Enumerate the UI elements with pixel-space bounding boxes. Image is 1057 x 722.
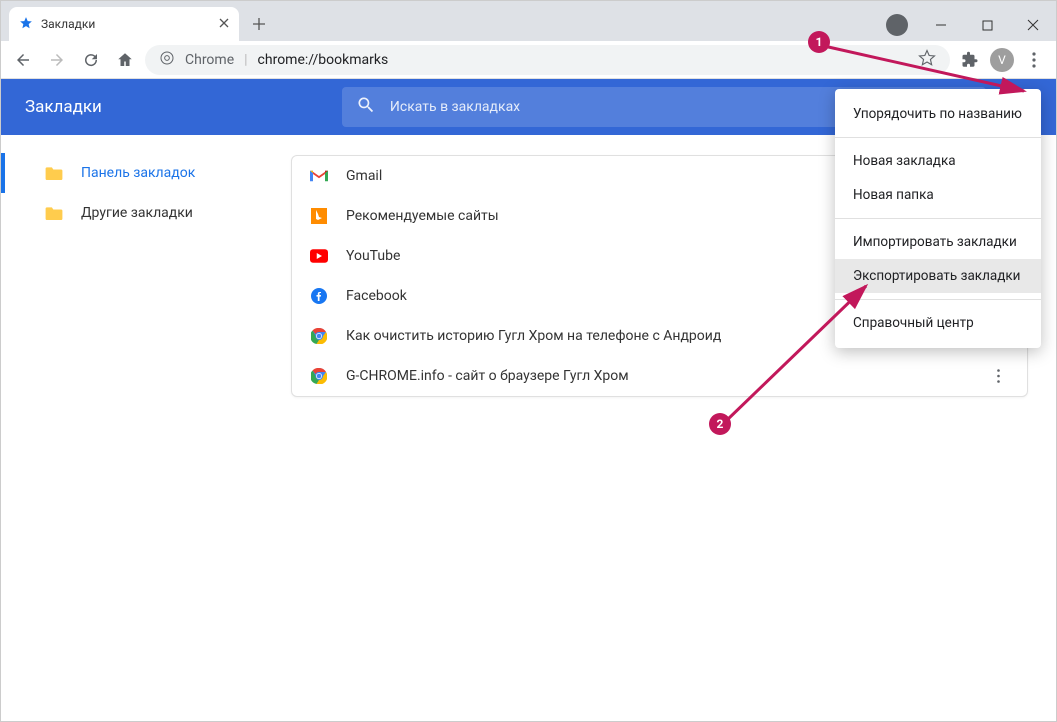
profile-indicator-icon[interactable]: [886, 14, 908, 36]
gmail-icon: [310, 167, 328, 185]
bookmark-row[interactable]: G-CHROME.info - сайт о браузере Гугл Хро…: [292, 356, 1027, 396]
organize-dropdown: Упорядочить по названию Новая закладка Н…: [835, 89, 1041, 348]
omnibox-url: chrome://bookmarks: [258, 52, 389, 68]
window-controls: [886, 9, 1056, 41]
new-tab-button[interactable]: [245, 10, 273, 38]
menu-export-bookmarks[interactable]: Экспортировать закладки: [835, 259, 1041, 293]
window-maximize-button[interactable]: [964, 9, 1010, 41]
youtube-icon: [310, 247, 328, 265]
bookmark-label: Рекомендуемые сайты: [346, 208, 499, 224]
menu-help-center[interactable]: Справочный центр: [835, 306, 1041, 340]
folder-icon: [45, 166, 63, 180]
row-menu-icon[interactable]: [987, 369, 1009, 383]
menu-separator: [835, 137, 1041, 138]
menu-separator: [835, 218, 1041, 219]
bookmark-label: Как очистить историю Гугл Хром на телефо…: [346, 328, 721, 344]
tab-title: Закладки: [41, 17, 95, 31]
menu-new-bookmark[interactable]: Новая закладка: [835, 144, 1041, 178]
bookmark-label: Facebook: [346, 288, 407, 304]
nav-home-button[interactable]: [111, 46, 139, 74]
browser-tab[interactable]: Закладки: [9, 7, 239, 41]
browser-titlebar: Закладки: [1, 1, 1056, 41]
chrome-icon: [310, 367, 328, 385]
menu-separator: [835, 299, 1041, 300]
search-icon: [356, 95, 376, 119]
browser-menu-button[interactable]: [1020, 46, 1048, 74]
page-title: Закладки: [25, 97, 102, 117]
annotation-badge-2: 2: [709, 413, 731, 435]
annotation-badge-1: 1: [808, 31, 830, 53]
bookmark-page-icon[interactable]: [918, 49, 936, 71]
window-close-button[interactable]: [1010, 9, 1056, 41]
sidebar-item-other-bookmarks[interactable]: Другие закладки: [1, 193, 281, 233]
bing-icon: [310, 207, 328, 225]
sidebar: Панель закладок Другие закладки: [1, 135, 281, 721]
nav-back-button[interactable]: [9, 46, 37, 74]
omnibox-scheme: Chrome: [185, 52, 234, 68]
tab-close-icon[interactable]: [219, 17, 229, 31]
bookmark-label: Gmail: [346, 168, 382, 184]
omnibox[interactable]: Chrome | chrome://bookmarks: [145, 45, 950, 75]
menu-import-bookmarks[interactable]: Импортировать закладки: [835, 225, 1041, 259]
bookmark-star-icon: [19, 16, 33, 33]
profile-avatar[interactable]: V: [990, 48, 1014, 72]
omnibox-separator: |: [244, 52, 247, 68]
extensions-icon[interactable]: [956, 46, 984, 74]
chrome-icon: [310, 327, 328, 345]
nav-reload-button[interactable]: [77, 46, 105, 74]
sidebar-item-bookmarks-bar[interactable]: Панель закладок: [1, 153, 281, 193]
bookmark-label: G-CHROME.info - сайт о браузере Гугл Хро…: [346, 368, 629, 384]
bookmark-label: YouTube: [346, 248, 400, 264]
nav-forward-button[interactable]: [43, 46, 71, 74]
menu-sort-by-name[interactable]: Упорядочить по названию: [835, 97, 1041, 131]
menu-new-folder[interactable]: Новая папка: [835, 178, 1041, 212]
chrome-page-icon: [159, 50, 175, 70]
window-minimize-button[interactable]: [918, 9, 964, 41]
sidebar-item-label: Панель закладок: [81, 165, 195, 181]
facebook-icon: [310, 287, 328, 305]
folder-icon: [45, 206, 63, 220]
sidebar-item-label: Другие закладки: [81, 205, 193, 221]
browser-toolbar: Chrome | chrome://bookmarks V: [1, 41, 1056, 79]
